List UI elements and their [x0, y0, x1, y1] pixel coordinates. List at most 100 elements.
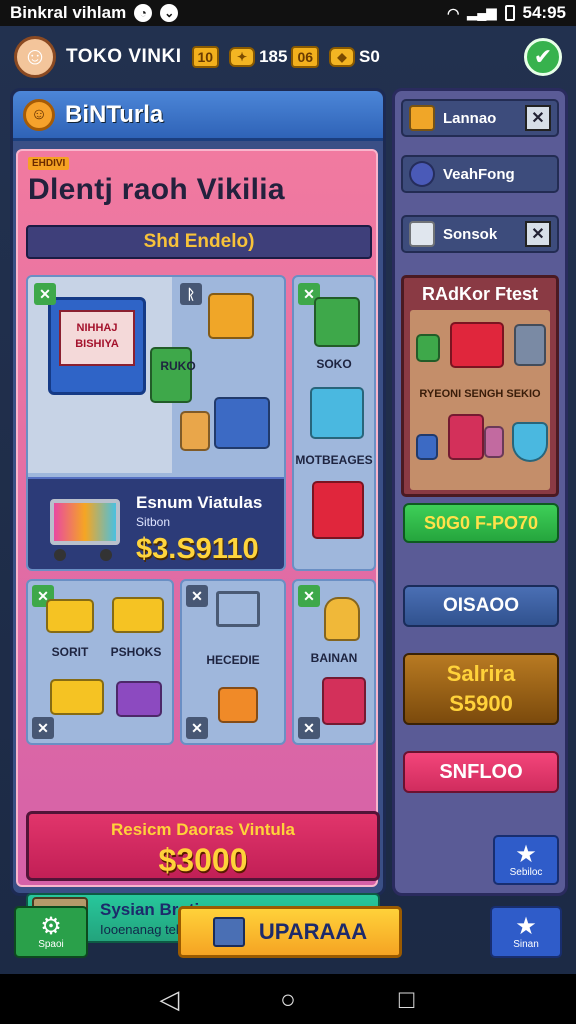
game-screen: ☺ TOKO VINKI 10 ✦ 185 06 ◆ S0 ✔ ☺ BiNTur…: [0, 26, 576, 974]
side-panel: Lannao ✕ VeahFong Sonsok ✕ RAdKor Ftest …: [392, 88, 568, 896]
salary-button[interactable]: Salrira S5900: [403, 653, 559, 725]
upgrade-button[interactable]: UPARAAA: [178, 906, 402, 958]
level-badge: 10: [191, 46, 220, 68]
star-icon: ★: [515, 840, 537, 868]
close-icon[interactable]: ✕: [186, 585, 208, 607]
status-time: 54:95: [522, 3, 566, 22]
gear-icon[interactable]: ☺: [23, 98, 55, 131]
side-item-label: VeahFong: [443, 165, 515, 183]
featured-price: $3.S9110: [136, 533, 259, 565]
check-icon: ✔: [533, 44, 553, 69]
green-bin-icon: [150, 347, 192, 403]
close-icon[interactable]: ✕: [186, 717, 208, 739]
level-counter: 10: [191, 46, 220, 68]
back-icon[interactable]: ◁: [149, 984, 189, 1015]
store-panel: ☺ BiNTurla EHDIVI Dlentj raoh Vikilia Sh…: [10, 88, 386, 943]
barrel-icon: [514, 324, 546, 366]
side-item-0[interactable]: Lannao ✕: [401, 99, 559, 137]
featured-products-card[interactable]: RAdKor Ftest RYEONI SENGH SEKIO: [401, 275, 559, 497]
green-crate-icon: [416, 334, 440, 362]
salary-value: S5900: [449, 691, 513, 716]
orange-crate-icon: [208, 293, 254, 339]
jar-icon: [409, 221, 435, 247]
featured-subtitle: Sitbon: [136, 515, 171, 529]
side-item-1[interactable]: VeahFong: [401, 155, 559, 193]
battery-icon: [504, 5, 515, 21]
cart-icon: [216, 591, 260, 627]
featured-products-labels: RYEONI SENGH SEKIO: [419, 388, 541, 400]
star-label: Sebiloc: [509, 866, 543, 878]
side-item-label: Lannao: [443, 109, 497, 127]
close-icon[interactable]: ✕: [298, 585, 320, 607]
box-icon: [212, 917, 245, 947]
featured-store-tile[interactable]: NIHHAJ BISHIYA ✕ ᚱ RUKO Esnum Viatulas S…: [26, 275, 286, 571]
tile-label-moibeages: MOTBEAGES: [295, 453, 373, 467]
close-icon[interactable]: ✕: [34, 283, 56, 305]
globe-icon: [409, 161, 435, 187]
gem-icon: ◆: [329, 47, 356, 67]
fruit-bowl-icon: [512, 422, 548, 462]
top-bar: ☺ TOKO VINKI 10 ✦ 185 06 ◆ S0 ✔: [0, 26, 576, 88]
salary-title: Salrira: [446, 661, 516, 686]
total-label: Resicm Daoras Vintula: [111, 820, 295, 839]
coin-icon: ✦: [229, 47, 256, 67]
tile-label-ruko: RUKO: [160, 359, 196, 373]
new-tag: EHDIVI: [28, 157, 70, 170]
featured-products-image: RYEONI SENGH SEKIO: [410, 310, 550, 490]
item-tile-hecedie[interactable]: ✕ HECEDIE ✕: [180, 579, 286, 745]
tile-label-soko: SOKO: [316, 357, 352, 371]
gear-icon: ⚙: [40, 912, 62, 940]
signal-icon: ▂▄▆: [467, 5, 497, 20]
blue-crate-icon: [416, 434, 438, 460]
blue-crate-icon: [214, 397, 270, 449]
yellow-car-icon: [50, 679, 104, 715]
red-action-button[interactable]: SNFLOO: [403, 751, 559, 793]
shop-area: EHDIVI Dlentj raoh Vikilia Shd Endelo) N…: [16, 149, 380, 943]
coin-counter: ✦ 185 06: [229, 46, 320, 68]
promo-label: S0G0 F-PO70: [423, 512, 539, 533]
side-item-2[interactable]: Sonsok ✕: [401, 215, 559, 253]
recents-icon[interactable]: □: [387, 984, 427, 1015]
green-box-icon: [314, 297, 360, 347]
item-tile-soko[interactable]: ✕ SOKO MOTBEAGES: [292, 275, 376, 571]
home-icon[interactable]: ○: [268, 984, 308, 1015]
blue-red-box-icon: [322, 677, 366, 725]
settings-button[interactable]: ⚙ Spaoi: [14, 906, 88, 958]
tile-label-pshoks: PSHOKS: [110, 645, 162, 659]
blue-action-button[interactable]: OISAOO: [403, 585, 559, 627]
panel-title: BiNTurla: [65, 100, 164, 128]
download-icon: ⌄: [160, 4, 179, 22]
gem-value: S0: [359, 47, 380, 66]
close-icon[interactable]: ✕: [32, 717, 54, 739]
basket-icon: [218, 687, 258, 723]
cart-icon: [42, 489, 126, 561]
promo-button[interactable]: S0G0 F-PO70: [403, 503, 559, 543]
bell-bag-icon: [324, 597, 360, 641]
status-text: Binkral vihlam: [10, 3, 127, 22]
gem-counter: ◆ S0: [329, 47, 380, 67]
item-tile-bainan[interactable]: ✕ BAINAN ✕: [292, 579, 376, 745]
share-label: Sinan: [513, 938, 539, 950]
close-icon[interactable]: ✕: [298, 717, 320, 739]
wifi-icon: ◠: [447, 4, 460, 21]
basket-icon: [450, 322, 504, 368]
store-board-text: NIHHAJ BISHIYA: [59, 310, 135, 366]
tag-icon[interactable]: ᚱ: [180, 283, 202, 305]
item-tile-cars[interactable]: ✕ SORIT PSHOKS ✕: [26, 579, 174, 745]
gem-chip: 06: [291, 46, 320, 68]
cyan-box-icon: [310, 387, 364, 439]
tile-label-bainan: BAINAN: [310, 651, 358, 665]
shop-subheading-bar[interactable]: Shd Endelo): [26, 225, 372, 259]
store-name: TOKO VINKI: [66, 46, 182, 67]
close-icon[interactable]: ✕: [525, 221, 551, 247]
avatar[interactable]: ☺: [14, 36, 56, 78]
share-button[interactable]: ★ Sinan: [490, 906, 562, 958]
star-button[interactable]: ★ Sebiloc: [493, 835, 559, 885]
bottom-bar: ⚙ Spaoi UPARAAA ★ Sinan: [0, 902, 576, 974]
total-revenue-box[interactable]: Resicm Daoras Vintula $3000: [26, 811, 380, 881]
status-bar: Binkral vihlam ◔ ⌄ ◠ ▂▄▆ 54:95: [0, 0, 576, 26]
confirm-check-button[interactable]: ✔: [524, 38, 562, 76]
purple-crate-icon: [116, 681, 162, 717]
system-nav-bar: ◁ ○ □: [0, 974, 576, 1024]
close-icon[interactable]: ✕: [525, 105, 551, 131]
